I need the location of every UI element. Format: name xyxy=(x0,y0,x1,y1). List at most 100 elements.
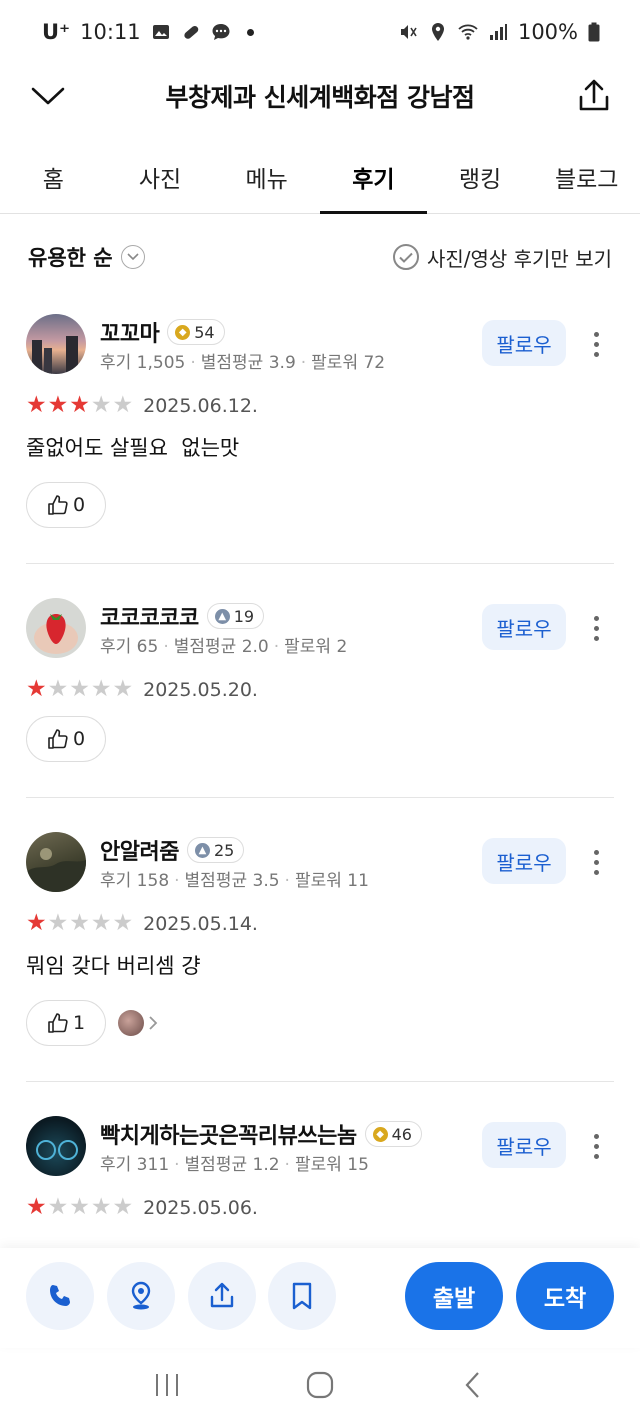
battery-icon xyxy=(588,22,600,42)
star-rating: ★ ★ ★ ★ ★ xyxy=(26,678,133,701)
thumbs-up-icon xyxy=(48,1013,68,1033)
follow-button[interactable]: 팔로우 xyxy=(482,320,566,366)
follow-button[interactable]: 팔로우 xyxy=(482,604,566,650)
review-item: 꼬꼬마 ◆ 54 후기 1,505 · 별점평균 3.9 · 팔로워 72 팔로우 ★ ★ ★… xyxy=(0,314,640,564)
share-button[interactable] xyxy=(574,76,614,116)
follow-button[interactable]: 팔로우 xyxy=(482,1122,566,1168)
empty-star-icon: ★ xyxy=(112,676,134,702)
like-button[interactable]: 0 xyxy=(26,716,106,762)
share-button[interactable] xyxy=(188,1262,256,1330)
filled-star-icon: ★ xyxy=(69,392,90,418)
level-value: 54 xyxy=(194,322,215,342)
reviewer-stats: 후기 65 · 별점평균 2.0 · 팔로워 2 xyxy=(100,637,348,657)
liked-users[interactable] xyxy=(118,1010,158,1036)
reviewer-stats: 후기 311 · 별점평균 1.2 · 팔로워 15 xyxy=(100,1155,369,1175)
reviewer-name[interactable]: 안알려줌 xyxy=(100,834,179,866)
back-button[interactable] xyxy=(453,1365,493,1405)
avg-rating: 별점평균 3.5 xyxy=(184,871,280,891)
avatar[interactable] xyxy=(26,598,86,658)
tab-home[interactable]: 홈 xyxy=(0,140,107,213)
check-circle-icon xyxy=(392,244,419,270)
reviewer-name[interactable]: 빡치게하는곳은꼭리뷰쓰는놈 xyxy=(100,1118,357,1150)
blue-level-icon: ▲ xyxy=(214,608,230,624)
filled-star-icon: ★ xyxy=(26,910,47,936)
reviewer-name[interactable]: 코코코코코 xyxy=(100,600,199,632)
avatar[interactable] xyxy=(26,832,86,892)
empty-star-icon: ★ xyxy=(112,392,134,418)
mute-icon xyxy=(400,25,417,39)
more-options-icon[interactable] xyxy=(584,608,608,648)
photo-only-toggle[interactable]: 사진/영상 후기만 보기 xyxy=(392,243,612,272)
tab-reviews[interactable]: 후기 xyxy=(320,140,427,214)
sort-label: 유용한 순 xyxy=(28,246,113,270)
more-options-icon[interactable] xyxy=(584,1126,608,1166)
home-icon xyxy=(306,1371,334,1399)
more-options-icon[interactable] xyxy=(584,324,608,364)
level-badge: ▲ 25 xyxy=(186,837,245,863)
back-icon xyxy=(465,1372,480,1398)
avg-rating: 별점평균 3.9 xyxy=(200,353,296,373)
reviewer-stats: 후기 1,505 · 별점평균 3.9 · 팔로워 72 xyxy=(100,353,386,373)
map-location-button[interactable] xyxy=(107,1262,175,1330)
follower-count: 팔로워 11 xyxy=(294,871,369,891)
home-button[interactable] xyxy=(300,1365,340,1405)
bookmark-button[interactable] xyxy=(268,1262,336,1330)
share-icon xyxy=(579,79,609,111)
divider xyxy=(26,797,614,798)
pill-notification-icon xyxy=(184,25,198,39)
thumbs-up-icon xyxy=(48,729,68,749)
divider xyxy=(26,1081,614,1082)
avatar[interactable] xyxy=(26,1116,86,1176)
review-item: 코코코코코 ▲ 19 후기 65 · 별점평균 2.0 · 팔로워 2 팔로우 ★ ★ ★ ★ ★… xyxy=(0,598,640,798)
level-value: 19 xyxy=(233,606,255,626)
follow-button[interactable]: 팔로우 xyxy=(482,838,566,884)
tab-menu[interactable]: 메뉴 xyxy=(213,140,320,213)
like-count: 1 xyxy=(72,1012,86,1034)
avg-rating: 별점평균 1.2 xyxy=(184,1155,280,1175)
recent-apps-button[interactable] xyxy=(147,1365,187,1405)
review-text: 뭐임 갖다 버리셈 걍 xyxy=(26,954,201,978)
like-count: 0 xyxy=(72,728,86,750)
call-button[interactable] xyxy=(26,1262,94,1330)
sort-dropdown[interactable]: 유용한 순 xyxy=(28,242,145,272)
star-rating: ★ ★ ★ ★ ★ xyxy=(26,394,133,417)
reviewer-stats: 후기 158 · 별점평균 3.5 · 팔로워 11 xyxy=(100,871,369,891)
share-icon xyxy=(210,1282,234,1308)
review-item: 빡치게하는곳은꼭리뷰쓰는놈 ◆ 46 후기 311 · 별점평균 1.2 · 팔로워 15… xyxy=(0,1116,640,1248)
review-count: 후기 311 xyxy=(100,1155,170,1175)
review-date: 2025.06.12. xyxy=(143,394,258,417)
tab-ranking[interactable]: 랭킹 xyxy=(427,140,534,213)
level-badge: ◆ 54 xyxy=(167,319,225,345)
arrive-button[interactable]: 도착 xyxy=(516,1262,614,1330)
empty-star-icon: ★ xyxy=(69,910,90,936)
bottom-action-bar: 출발 도착 xyxy=(0,1248,640,1348)
depart-button[interactable]: 출발 xyxy=(405,1262,503,1330)
review-item: 안알려줌 ▲ 25 후기 158 · 별점평균 3.5 · 팔로워 11 팔로우 ★ ★ ★ ★… xyxy=(0,832,640,1082)
reviewer-name[interactable]: 꼬꼬마 xyxy=(100,316,160,348)
tab-photos[interactable]: 사진 xyxy=(107,140,214,213)
review-count: 후기 158 xyxy=(100,871,170,891)
follower-count: 팔로워 72 xyxy=(311,353,386,373)
more-options-icon[interactable] xyxy=(584,842,608,882)
collapse-button[interactable] xyxy=(28,78,68,114)
review-date: 2025.05.20. xyxy=(143,678,258,701)
more-notifications-dot xyxy=(246,28,254,36)
status-time: 10:11 xyxy=(80,20,141,44)
filled-star-icon: ★ xyxy=(47,392,69,418)
signal-icon xyxy=(489,24,507,40)
gallery-notification-icon xyxy=(152,25,169,39)
review-count: 후기 1,505 xyxy=(100,353,186,373)
follower-count: 팔로워 2 xyxy=(284,637,348,657)
divider xyxy=(26,563,614,564)
empty-star-icon: ★ xyxy=(47,1194,69,1220)
header: 부창제과 신세계백화점 강남점 xyxy=(0,64,640,128)
avatar xyxy=(118,1010,144,1036)
filled-star-icon: ★ xyxy=(26,392,47,418)
tab-blog[interactable]: 블로그 xyxy=(533,140,640,213)
battery-percent: 100% xyxy=(517,20,578,44)
blue-level-icon: ▲ xyxy=(194,842,210,858)
like-button[interactable]: 0 xyxy=(26,482,106,528)
like-button[interactable]: 1 xyxy=(26,1000,106,1046)
level-value: 25 xyxy=(213,840,235,860)
avatar[interactable] xyxy=(26,314,86,374)
